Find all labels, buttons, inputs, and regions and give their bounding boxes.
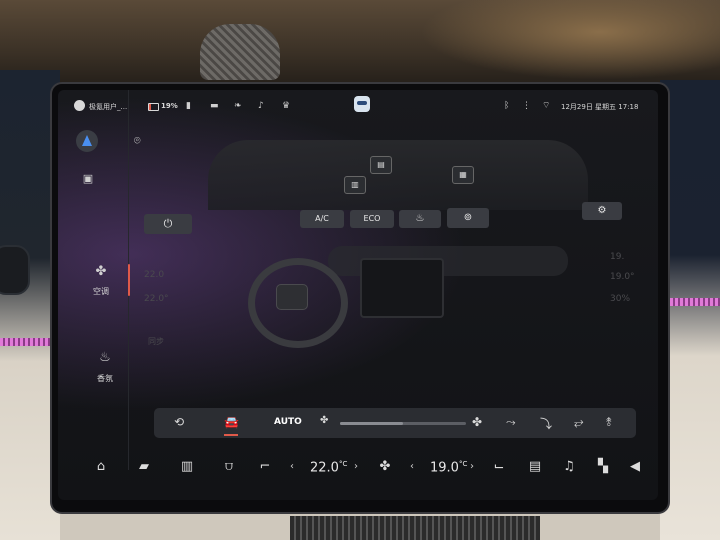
rear-defrost-icon[interactable]: ▥ bbox=[176, 459, 198, 474]
vent-face-icon[interactable]: ⤳ bbox=[506, 415, 516, 430]
fan-high-icon[interactable]: ✤ bbox=[472, 415, 482, 429]
passenger-temp-up-button[interactable]: › bbox=[470, 461, 474, 472]
music-icon[interactable]: ♫ bbox=[558, 459, 580, 474]
battery-percent: 19% bbox=[161, 102, 178, 110]
sync-label: 同步 bbox=[148, 337, 164, 346]
apps-grid-icon[interactable]: ▚ bbox=[592, 459, 614, 474]
right-temp-hint-top: 19. bbox=[610, 252, 625, 262]
heated-window-icon[interactable]: ▤ bbox=[524, 459, 546, 474]
assistant-avatar-icon[interactable] bbox=[354, 96, 370, 112]
steering-heat-button[interactable]: ⊚ bbox=[447, 208, 489, 228]
fan-icon-dock[interactable]: ✤ bbox=[374, 459, 396, 474]
driver-seat-icon[interactable]: ⌐ bbox=[254, 459, 276, 474]
volume-icon[interactable]: ◀ bbox=[624, 459, 646, 474]
car-icon[interactable]: ▰ bbox=[133, 459, 155, 474]
recirculation-icon[interactable]: ⟲ bbox=[174, 415, 184, 429]
datetime: 12月29日 星期五 17:18 bbox=[561, 103, 639, 111]
fan-control-bar: ⟲ 🚘 AUTO ✤ ✤ ⤳ ⤵ ⥂ ⥉ bbox=[154, 408, 636, 438]
right-temp-hint: 19.0° bbox=[610, 272, 635, 282]
user-avatar-icon[interactable] bbox=[74, 100, 85, 111]
navigation-icon[interactable] bbox=[76, 130, 98, 152]
rail-item-climate-label: 空调 bbox=[93, 287, 109, 296]
car-airflow-icon[interactable]: 🚘 bbox=[224, 415, 239, 429]
bluetooth-icon: ᛒ bbox=[504, 101, 510, 111]
passenger-temp-value: 19.0 bbox=[430, 460, 459, 476]
rail-active-indicator bbox=[128, 264, 130, 296]
air-vent bbox=[290, 516, 540, 540]
left-temp-hint: 22.0° bbox=[144, 294, 169, 304]
driver-temp-unit: °C bbox=[338, 460, 348, 468]
driver-temp-up-button[interactable]: › bbox=[354, 461, 358, 472]
passenger-temp-unit: °C bbox=[458, 460, 468, 468]
background-lights bbox=[420, 0, 720, 80]
ac-button[interactable]: A/C bbox=[300, 210, 344, 228]
car-top-render bbox=[208, 140, 588, 210]
front-defrost-icon[interactable]: ⩌ bbox=[218, 459, 240, 474]
lock-icon: ▮ bbox=[186, 101, 191, 111]
leaf-icon: ❧ bbox=[234, 101, 242, 111]
seat-heat-button[interactable]: ♨ bbox=[399, 210, 441, 228]
settings-button[interactable]: ⚙ bbox=[582, 202, 622, 220]
door-icon[interactable]: ▥ bbox=[344, 176, 366, 194]
bottom-dock: ⌂ ▰ ▥ ⩌ ⌐ ‹ 22.0°C › ✤ ‹ 19.0°C › ⌙ ▤ ♫ … bbox=[58, 445, 658, 500]
trunk-icon[interactable]: ▦ bbox=[452, 166, 474, 184]
center-display-render bbox=[360, 258, 444, 318]
crown-icon: ♛ bbox=[282, 101, 291, 111]
infotainment-screen: 极氪用户_... 19% ▮ ▬ ❧ ♪ ♛ ᛒ ⋮ ⌔ 12月29日 星期五 … bbox=[58, 90, 658, 500]
eco-button[interactable]: ECO bbox=[350, 210, 394, 228]
right-sub-hint: 30% bbox=[610, 294, 631, 304]
fan-low-icon[interactable]: ✤ bbox=[320, 415, 328, 426]
window-icon[interactable]: ▤ bbox=[370, 156, 392, 174]
vent-feet-icon[interactable]: ⤵ bbox=[540, 415, 552, 432]
tag-icon: ▬ bbox=[210, 101, 219, 111]
camera-scan-icon[interactable]: ⌾ bbox=[134, 134, 141, 148]
steering-stalk bbox=[0, 245, 30, 295]
driver-temp-down-button[interactable]: ‹ bbox=[290, 461, 294, 472]
steering-hub bbox=[276, 284, 308, 310]
driver-temp[interactable]: 22.0°C bbox=[310, 460, 347, 475]
fan-icon: ✤ bbox=[95, 264, 107, 279]
passenger-seat-icon[interactable]: ⌙ bbox=[488, 459, 510, 474]
left-temp-hint-top: 22.0 bbox=[144, 270, 165, 280]
auto-button[interactable]: AUTO bbox=[274, 417, 302, 427]
media-icon[interactable]: ▣ bbox=[76, 172, 100, 185]
fan-speed-slider[interactable] bbox=[340, 422, 466, 425]
wifi-icon: ⌔ bbox=[542, 101, 551, 111]
fragrance-icon: ♨ bbox=[99, 350, 111, 365]
passenger-temp[interactable]: 19.0°C bbox=[430, 460, 467, 475]
defrost-icon[interactable]: ⥉ bbox=[606, 415, 612, 430]
signal-icon: ⋮ bbox=[522, 101, 531, 111]
vent-mixed-icon[interactable]: ⥂ bbox=[574, 415, 584, 430]
rail-item-fragrance-label: 香氛 bbox=[97, 374, 113, 383]
user-name[interactable]: 极氪用户_... bbox=[89, 102, 127, 112]
seat-headrest bbox=[200, 24, 280, 80]
power-button[interactable]: ⏻ bbox=[144, 214, 192, 234]
passenger-temp-down-button[interactable]: ‹ bbox=[410, 461, 414, 472]
home-icon[interactable]: ⌂ bbox=[90, 459, 112, 474]
fan-speed-fill bbox=[340, 422, 403, 425]
airflow-mode-indicator bbox=[224, 434, 238, 436]
dashboard-render bbox=[248, 240, 568, 370]
battery-icon bbox=[148, 103, 159, 111]
bell-icon: ♪ bbox=[258, 101, 264, 111]
driver-temp-value: 22.0 bbox=[310, 460, 339, 476]
